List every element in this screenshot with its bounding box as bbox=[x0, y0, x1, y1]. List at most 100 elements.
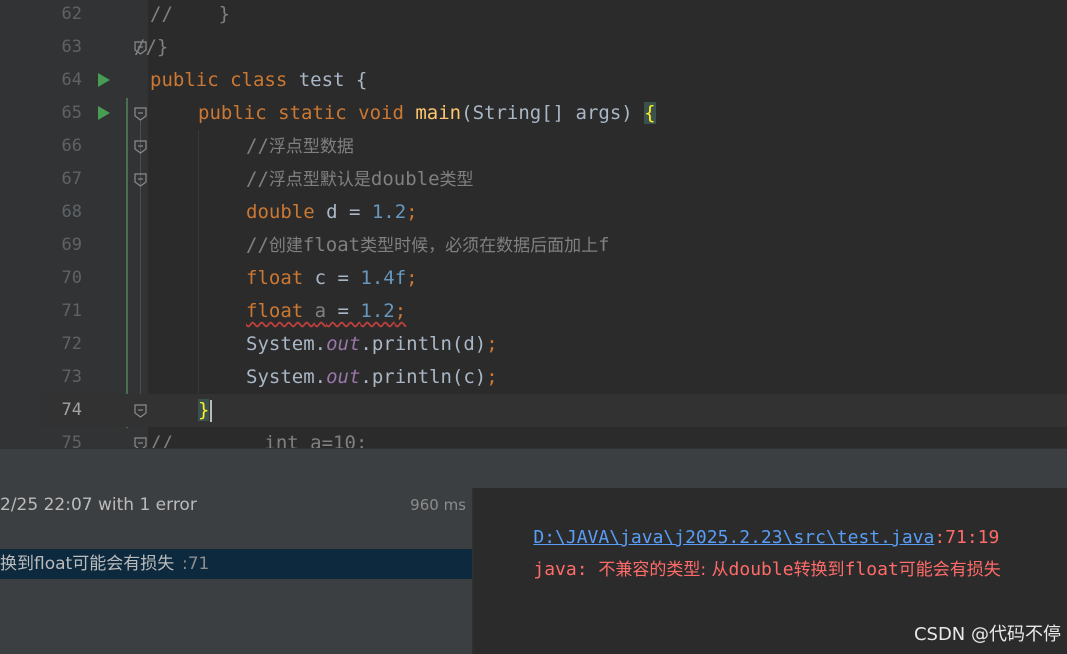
build-duration: 960 ms bbox=[410, 496, 466, 514]
error-mid: 转换到 bbox=[793, 560, 845, 580]
line-number[interactable]: 73 bbox=[40, 361, 82, 394]
line-number[interactable]: 67 bbox=[40, 163, 82, 196]
line-number[interactable]: 65 bbox=[40, 97, 82, 130]
code-token: //} bbox=[134, 36, 169, 58]
line-number[interactable]: 74 bbox=[40, 394, 82, 427]
error-location: D:\JAVA\java\j2025.2.23\src\test.java:71… bbox=[490, 493, 999, 548]
code-line[interactable]: 72 System.out.println(d); bbox=[40, 328, 1067, 361]
line-number[interactable]: 68 bbox=[40, 196, 82, 229]
code-text: //创建float类型时候，必须在数据后面加上f bbox=[246, 229, 610, 262]
code-token: ; bbox=[394, 300, 407, 322]
code-token: System. bbox=[246, 366, 327, 388]
code-line[interactable]: 62 // } bbox=[40, 0, 1067, 31]
code-token: 浮点型数据 bbox=[268, 137, 354, 157]
code-token: 1.2 bbox=[371, 201, 407, 223]
code-token: (String[] args) bbox=[461, 102, 645, 124]
code-token: // bbox=[246, 234, 269, 256]
fold-toggle-icon[interactable] bbox=[134, 404, 147, 418]
code-token: ; bbox=[486, 333, 498, 355]
code-token: double bbox=[370, 168, 440, 190]
code-token: class bbox=[230, 69, 299, 91]
line-number[interactable]: 66 bbox=[40, 130, 82, 163]
code-token: public bbox=[198, 102, 279, 124]
code-text: //} bbox=[134, 31, 168, 64]
code-text: public static void main(String[] args) { bbox=[198, 97, 656, 130]
code-line[interactable]: 75 // int a=10; bbox=[40, 427, 1067, 448]
line-number[interactable]: 63 bbox=[40, 31, 82, 64]
code-token: float bbox=[302, 234, 361, 256]
code-token: } bbox=[198, 399, 210, 421]
code-token: // bbox=[246, 168, 269, 190]
error-tail: 可能会有损失 bbox=[898, 560, 1001, 580]
code-token: a bbox=[314, 300, 327, 322]
error-text: 不兼容的类型: 从 bbox=[598, 560, 729, 580]
code-token: f bbox=[598, 234, 610, 256]
code-token: 1.2 bbox=[360, 300, 395, 322]
code-text: } bbox=[198, 394, 213, 427]
code-token: // bbox=[246, 135, 269, 157]
code-line[interactable]: 74} bbox=[40, 394, 1067, 427]
line-number[interactable]: 62 bbox=[40, 0, 82, 31]
code-token: 1.4f bbox=[360, 267, 407, 289]
build-error-line: :71 bbox=[182, 554, 210, 574]
fold-toggle-icon[interactable] bbox=[134, 140, 147, 154]
code-token: void bbox=[358, 102, 416, 124]
fold-toggle-icon[interactable] bbox=[134, 437, 147, 448]
code-token: = bbox=[326, 300, 361, 322]
code-token: out bbox=[326, 366, 361, 388]
text-caret bbox=[210, 399, 213, 422]
code-token: ; bbox=[486, 366, 498, 388]
code-line[interactable]: 65 public static void main(String[] args)… bbox=[40, 97, 1067, 130]
build-result-row[interactable]: 2/25 22:07 with 1 error 960 ms bbox=[0, 490, 472, 520]
build-result-label: 2/25 22:07 with 1 error bbox=[0, 495, 197, 515]
code-token: System. bbox=[246, 333, 327, 355]
code-token: d = bbox=[326, 201, 372, 223]
code-token: 类型时候，必须在数据后面加上 bbox=[360, 236, 599, 256]
code-token: float bbox=[246, 267, 315, 289]
code-line[interactable]: 64 public class test { bbox=[40, 64, 1067, 97]
code-line[interactable]: 63 //} bbox=[40, 31, 1067, 64]
code-text: //浮点型默认是double类型 bbox=[246, 163, 474, 196]
line-number[interactable]: 64 bbox=[40, 64, 82, 97]
code-text: // } bbox=[150, 0, 230, 31]
code-line[interactable]: 68 double d = 1.2; bbox=[40, 196, 1067, 229]
code-token: float bbox=[246, 300, 315, 322]
code-token: main bbox=[415, 102, 462, 124]
tool-window-strip bbox=[0, 0, 40, 448]
code-token: ; bbox=[406, 267, 418, 289]
code-text: System.out.println(d); bbox=[246, 328, 498, 361]
code-token: test { bbox=[298, 69, 368, 91]
line-number[interactable]: 70 bbox=[40, 262, 82, 295]
code-line[interactable]: 66 //浮点型数据 bbox=[40, 130, 1067, 163]
code-text: System.out.println(c); bbox=[246, 361, 498, 394]
code-text: float c = 1.4f; bbox=[246, 262, 418, 295]
build-output-tree[interactable]: 2/25 22:07 with 1 error 960 ms 换到float可能… bbox=[0, 488, 472, 654]
code-text: // int a=10; bbox=[150, 427, 367, 448]
code-text: double d = 1.2; bbox=[246, 196, 418, 229]
code-text: //浮点型数据 bbox=[246, 130, 354, 163]
line-number[interactable]: 71 bbox=[40, 295, 82, 328]
build-error-text: 换到float可能会有损失 bbox=[0, 554, 175, 574]
tool-window-header bbox=[0, 448, 1067, 488]
build-error-item[interactable]: 换到float可能会有损失 :71 bbox=[0, 549, 472, 579]
code-line[interactable]: 67 //浮点型默认是double类型 bbox=[40, 163, 1067, 196]
code-line[interactable]: 71 float a = 1.2; bbox=[40, 295, 1067, 328]
line-number[interactable]: 69 bbox=[40, 229, 82, 262]
code-line[interactable]: 73 System.out.println(c); bbox=[40, 361, 1067, 394]
watermark: CSDN @代码不停 bbox=[913, 624, 1061, 645]
code-token: // int a=10; bbox=[150, 432, 368, 448]
code-token: ; bbox=[406, 201, 418, 223]
error-description: java: 不兼容的类型: 从double转换到float可能会有损失 bbox=[490, 525, 1000, 580]
code-line[interactable]: 69 //创建float类型时候，必须在数据后面加上f bbox=[40, 229, 1067, 262]
line-number[interactable]: 75 bbox=[40, 427, 82, 448]
run-gutter-icon[interactable] bbox=[98, 73, 110, 87]
code-editor[interactable]: 62 // } 63 //} 64 public class test { 65 public… bbox=[0, 0, 1067, 448]
line-number[interactable]: 72 bbox=[40, 328, 82, 361]
error-type-from: double bbox=[728, 559, 794, 580]
run-gutter-icon[interactable] bbox=[98, 106, 110, 120]
code-token: public bbox=[150, 69, 231, 91]
fold-toggle-icon[interactable] bbox=[134, 173, 147, 187]
code-token: static bbox=[278, 102, 359, 124]
fold-toggle-icon[interactable] bbox=[134, 107, 147, 121]
code-line[interactable]: 70 float c = 1.4f; bbox=[40, 262, 1067, 295]
